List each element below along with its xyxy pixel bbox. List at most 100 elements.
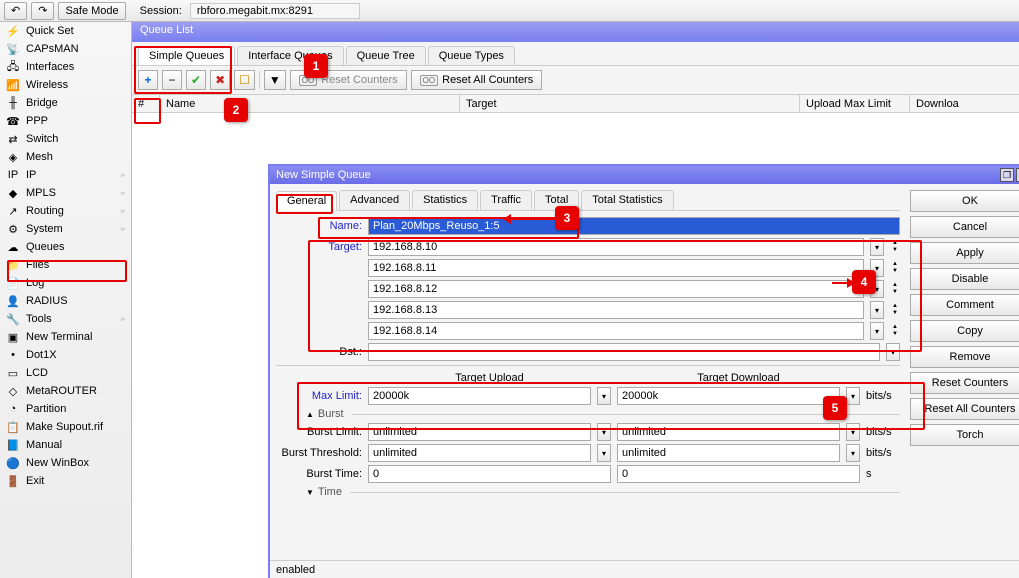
tab-queue-tree[interactable]: Queue Tree: [346, 46, 426, 65]
remove-button[interactable]: Remove: [910, 346, 1019, 368]
disable-button[interactable]: Disable: [910, 268, 1019, 290]
apply-button[interactable]: Apply: [910, 242, 1019, 264]
burst-th-up-input[interactable]: [368, 444, 591, 462]
target-down-0[interactable]: ▼: [890, 247, 900, 254]
sidebar-item-lcd[interactable]: ▭LCD: [0, 364, 131, 382]
copy-button[interactable]: Copy: [910, 320, 1019, 342]
sidebar-item-new-terminal[interactable]: ▣New Terminal: [0, 328, 131, 346]
ok-button[interactable]: OK: [910, 190, 1019, 212]
dialog-tab-advanced[interactable]: Advanced: [339, 190, 410, 210]
target-input-4[interactable]: [368, 322, 864, 340]
sidebar-item-routing[interactable]: ↗Routing▹: [0, 202, 131, 220]
safe-mode-button[interactable]: Safe Mode: [58, 2, 125, 20]
dialog-tab-total[interactable]: Total: [534, 190, 579, 210]
target-dropdown-2[interactable]: ▾: [870, 280, 884, 298]
target-input-1[interactable]: [368, 259, 864, 277]
redo-button[interactable]: ↷: [31, 2, 54, 20]
burst-limit-down-dropdown[interactable]: ▾: [846, 423, 860, 441]
sidebar-item-dot1x[interactable]: •Dot1X: [0, 346, 131, 364]
torch-button[interactable]: Torch: [910, 424, 1019, 446]
max-limit-up-dropdown[interactable]: ▾: [597, 387, 611, 405]
col-download[interactable]: Downloa: [910, 95, 1019, 112]
cancel-button[interactable]: Cancel: [910, 216, 1019, 238]
target-up-0[interactable]: ▲: [890, 240, 900, 247]
enable-button[interactable]: ✔: [186, 70, 206, 90]
burst-limit-down-input[interactable]: [617, 423, 840, 441]
sidebar-item-mpls[interactable]: ◆MPLS▹: [0, 184, 131, 202]
burst-limit-up-dropdown[interactable]: ▾: [597, 423, 611, 441]
sidebar-item-switch[interactable]: ⇄Switch: [0, 130, 131, 148]
tab-queue-types[interactable]: Queue Types: [428, 46, 515, 65]
dst-input[interactable]: [368, 343, 880, 361]
burst-limit-up-input[interactable]: [368, 423, 591, 441]
reset-all-counters-button[interactable]: OO Reset All Counters: [411, 70, 543, 90]
dialog-tab-statistics[interactable]: Statistics: [412, 190, 478, 210]
target-dropdown-4[interactable]: ▾: [870, 322, 884, 340]
burst-th-up-dropdown[interactable]: ▾: [597, 444, 611, 462]
dialog-tab-traffic[interactable]: Traffic: [480, 190, 532, 210]
sidebar-item-make-supout-rif[interactable]: 📋Make Supout.rif: [0, 418, 131, 436]
sidebar-item-ip[interactable]: IPIP▹: [0, 166, 131, 184]
target-dropdown-1[interactable]: ▾: [870, 259, 884, 277]
burst-th-down-input[interactable]: [617, 444, 840, 462]
burst-time-down-input[interactable]: [617, 465, 860, 483]
sidebar-item-capsman[interactable]: 📡CAPsMAN: [0, 40, 131, 58]
dst-dropdown[interactable]: ▾: [886, 343, 900, 361]
target-input-2[interactable]: [368, 280, 864, 298]
target-up-2[interactable]: ▲: [890, 282, 900, 289]
remove-button[interactable]: −: [162, 70, 182, 90]
target-up-1[interactable]: ▲: [890, 261, 900, 268]
sidebar-item-mesh[interactable]: ◈Mesh: [0, 148, 131, 166]
name-input[interactable]: [368, 217, 900, 235]
burst-collapse-icon[interactable]: ▲: [306, 410, 314, 419]
col-target[interactable]: Target: [460, 95, 800, 112]
burst-th-down-dropdown[interactable]: ▾: [846, 444, 860, 462]
sidebar-item-ppp[interactable]: ☎PPP: [0, 112, 131, 130]
disable-button[interactable]: ✖: [210, 70, 230, 90]
sidebar-item-metarouter[interactable]: ◇MetaROUTER: [0, 382, 131, 400]
target-input-0[interactable]: [368, 238, 864, 256]
col-upload[interactable]: Upload Max Limit: [800, 95, 910, 112]
max-limit-up-input[interactable]: [368, 387, 591, 405]
target-down-4[interactable]: ▼: [890, 331, 900, 338]
add-button[interactable]: +: [138, 70, 158, 90]
target-down-2[interactable]: ▼: [890, 289, 900, 296]
tab-interface-queues[interactable]: Interface Queues: [237, 46, 343, 65]
sidebar-item-new-winbox[interactable]: 🔵New WinBox: [0, 454, 131, 472]
max-limit-down-dropdown[interactable]: ▾: [846, 387, 860, 405]
sidebar-item-queues[interactable]: ☁Queues: [0, 238, 131, 256]
target-dropdown-3[interactable]: ▾: [870, 301, 884, 319]
target-dropdown-0[interactable]: ▾: [870, 238, 884, 256]
sidebar-item-interfaces[interactable]: 🖧Interfaces: [0, 58, 131, 76]
target-up-3[interactable]: ▲: [890, 303, 900, 310]
target-down-3[interactable]: ▼: [890, 310, 900, 317]
sidebar-item-system[interactable]: ⚙System▹: [0, 220, 131, 238]
dialog-tab-general[interactable]: General: [276, 191, 337, 211]
sidebar-item-log[interactable]: 📄Log: [0, 274, 131, 292]
target-up-4[interactable]: ▲: [890, 324, 900, 331]
comment-button[interactable]: Comment: [910, 294, 1019, 316]
col-name[interactable]: Name: [160, 95, 460, 112]
max-limit-down-input[interactable]: [617, 387, 840, 405]
reset-counters-button[interactable]: OO Reset Counters: [290, 70, 407, 90]
comment-button[interactable]: ☐: [234, 70, 255, 90]
sidebar-item-tools[interactable]: 🔧Tools▹: [0, 310, 131, 328]
target-down-1[interactable]: ▼: [890, 268, 900, 275]
burst-time-up-input[interactable]: [368, 465, 611, 483]
reset-all-counters-button[interactable]: Reset All Counters: [910, 398, 1019, 420]
sidebar-item-quick-set[interactable]: ⚡Quick Set: [0, 22, 131, 40]
sidebar-item-bridge[interactable]: ╫Bridge: [0, 94, 131, 112]
sidebar-item-manual[interactable]: 📘Manual: [0, 436, 131, 454]
undo-button[interactable]: ↶: [4, 2, 27, 20]
dialog-titlebar[interactable]: New Simple Queue ❐ ✕: [270, 166, 1019, 184]
sidebar-item-wireless[interactable]: 📶Wireless: [0, 76, 131, 94]
tab-simple-queues[interactable]: Simple Queues: [138, 46, 235, 65]
sidebar-item-files[interactable]: 📁Files: [0, 256, 131, 274]
col-hash[interactable]: #: [132, 95, 160, 112]
target-input-3[interactable]: [368, 301, 864, 319]
restore-icon[interactable]: ❐: [1000, 168, 1014, 182]
reset-counters-button[interactable]: Reset Counters: [910, 372, 1019, 394]
filter-button[interactable]: ▼: [264, 70, 286, 90]
sidebar-item-exit[interactable]: 🚪Exit: [0, 472, 131, 490]
sidebar-item-radius[interactable]: 👤RADIUS: [0, 292, 131, 310]
